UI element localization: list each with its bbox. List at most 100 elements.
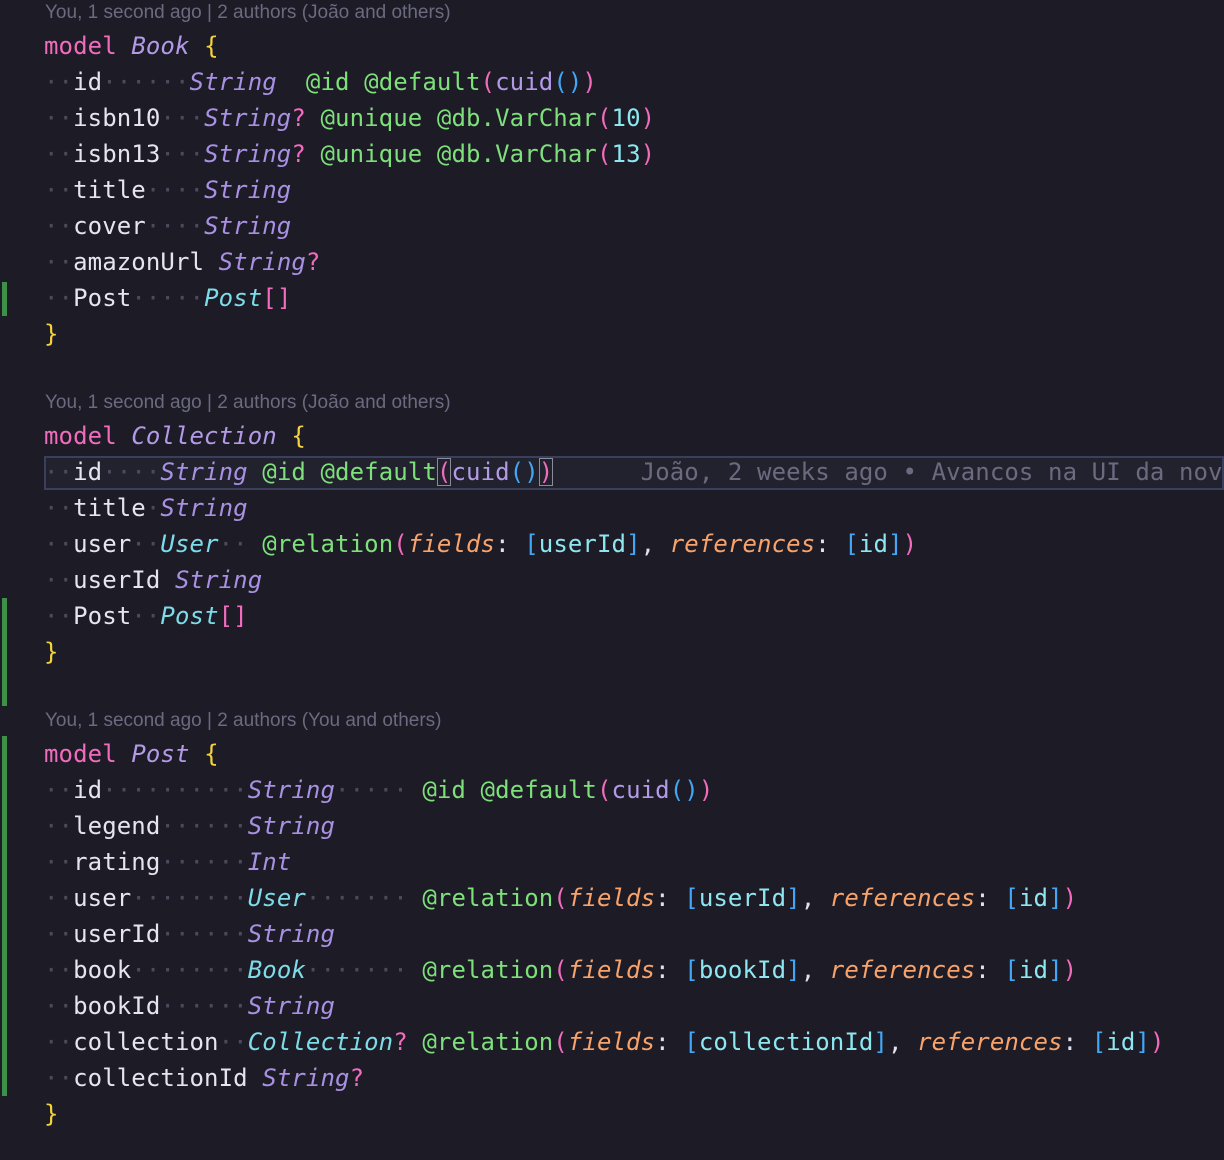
field-line[interactable]: ··userId······String [44, 916, 335, 952]
field-type: String [160, 494, 248, 522]
field-name: title [73, 176, 146, 204]
field-line-current[interactable]: ··id····String @id @default(cuid()) João… [44, 454, 1223, 490]
field-type: String [247, 776, 336, 804]
model-post-close[interactable]: } [44, 1096, 59, 1132]
field-name: isbn13 [73, 140, 161, 168]
codelens-collection[interactable]: You, 1 second ago | 2 authors (João and … [45, 391, 451, 415]
field-type: String [189, 68, 277, 96]
field-name: userId [73, 920, 161, 948]
function: cuid [451, 458, 510, 486]
bracket-match: ( [436, 458, 452, 486]
attribute: @default [364, 68, 481, 96]
field-type: String [204, 140, 292, 168]
field-line[interactable]: ··id··········String····· @id @default(c… [44, 772, 713, 808]
field-name: rating [73, 848, 161, 876]
field-type: User [247, 884, 306, 912]
open-brace: { [204, 32, 219, 60]
model-collection-close[interactable]: } [44, 634, 59, 670]
close-brace: } [44, 320, 59, 348]
attribute: @relation [262, 530, 394, 558]
git-change-bar[interactable] [2, 736, 7, 1096]
field-line[interactable]: ··title·String [44, 490, 248, 526]
field-line[interactable]: ··collection··Collection? @relation(fiel… [44, 1024, 1165, 1060]
field-type: String [204, 212, 292, 240]
number: 10 [611, 104, 641, 132]
field-name: id [73, 776, 103, 804]
field-name: collection [73, 1028, 219, 1056]
field-line[interactable]: ··Post··Post[] [44, 598, 248, 634]
model-keyword: model [44, 32, 117, 60]
argument: fields [567, 884, 656, 912]
argument: references [669, 530, 816, 558]
attribute: @relation [422, 956, 554, 984]
model-keyword: model [44, 740, 117, 768]
field-line[interactable]: ··user········User······· @relation(fiel… [44, 880, 1077, 916]
field-type: Collection [247, 1028, 394, 1056]
field-name: id [73, 458, 103, 486]
close-brace: } [44, 638, 59, 666]
field-type: String [160, 458, 248, 486]
field-line[interactable]: ··bookId······String [44, 988, 335, 1024]
field-line[interactable]: ··legend······String [44, 808, 335, 844]
model-book-close[interactable]: } [44, 316, 59, 352]
model-book-header[interactable]: model Book { [44, 28, 219, 64]
field-name: book [73, 956, 132, 984]
model-collection-header[interactable]: model Collection { [44, 418, 306, 454]
attribute: @db.VarChar [436, 104, 597, 132]
field-type: Post [204, 284, 263, 312]
field-name: amazonUrl [73, 248, 205, 276]
field-line[interactable]: ··cover····String [44, 208, 291, 244]
bracket-match: ) [538, 458, 554, 486]
attribute: @id [305, 68, 350, 96]
field-line[interactable]: ··book········Book······· @relation(fiel… [44, 952, 1077, 988]
field-type: String [204, 104, 292, 132]
model-post-header[interactable]: model Post { [44, 736, 219, 772]
attribute: @unique [320, 104, 423, 132]
field-name: isbn10 [73, 104, 161, 132]
field-line[interactable]: ··collectionId String? [44, 1060, 364, 1096]
open-brace: { [291, 422, 306, 450]
field-name: bookId [73, 992, 161, 1020]
attribute: @id [262, 458, 306, 486]
field-line[interactable]: ··isbn13···String? @unique @db.VarChar(1… [44, 136, 655, 172]
argument: fields [567, 1028, 656, 1056]
field-line[interactable]: ··amazonUrl String? [44, 244, 320, 280]
field-type: String [247, 812, 335, 840]
git-change-bar[interactable] [2, 598, 7, 706]
function: cuid [611, 776, 670, 804]
field-name: Post [73, 284, 132, 312]
open-brace: { [204, 740, 219, 768]
field-line[interactable]: ··Post·····Post[] [44, 280, 291, 316]
field-type: String [247, 992, 335, 1020]
field-type: String [204, 176, 292, 204]
field-name: user [73, 530, 132, 558]
inline-git-blame: João, 2 weeks ago • Avancos na UI da nov [640, 458, 1223, 486]
field-line[interactable]: ··user··User·· @relation(fields: [userId… [44, 526, 917, 562]
attribute: @db.VarChar [436, 140, 597, 168]
field-type: String [218, 248, 306, 276]
field-line[interactable]: ··isbn10···String? @unique @db.VarChar(1… [44, 100, 655, 136]
field-name: legend [73, 812, 161, 840]
number: 13 [611, 140, 641, 168]
function: cuid [495, 68, 554, 96]
field-name: title [73, 494, 146, 522]
argument: references [829, 884, 976, 912]
field-name: collectionId [73, 1064, 248, 1092]
codelens-book[interactable]: You, 1 second ago | 2 authors (João and … [45, 1, 451, 25]
git-change-bar[interactable] [2, 282, 7, 316]
field-name: user [73, 884, 132, 912]
code-editor[interactable]: You, 1 second ago | 2 authors (João and … [0, 0, 1224, 1160]
attribute: @relation [422, 1028, 554, 1056]
field-line[interactable]: ··rating······Int [44, 844, 291, 880]
codelens-post[interactable]: You, 1 second ago | 2 authors (You and o… [45, 709, 442, 733]
attribute: @default [320, 458, 437, 486]
field-name: cover [73, 212, 146, 240]
field-line[interactable]: ··title····String [44, 172, 291, 208]
field-line[interactable]: ··id······String @id @default(cuid()) [44, 64, 597, 100]
model-name: Post [131, 740, 190, 768]
argument: fields [407, 530, 496, 558]
model-keyword: model [44, 422, 117, 450]
attribute: @default [480, 776, 597, 804]
argument: references [917, 1028, 1063, 1056]
field-line[interactable]: ··userId String [44, 562, 262, 598]
